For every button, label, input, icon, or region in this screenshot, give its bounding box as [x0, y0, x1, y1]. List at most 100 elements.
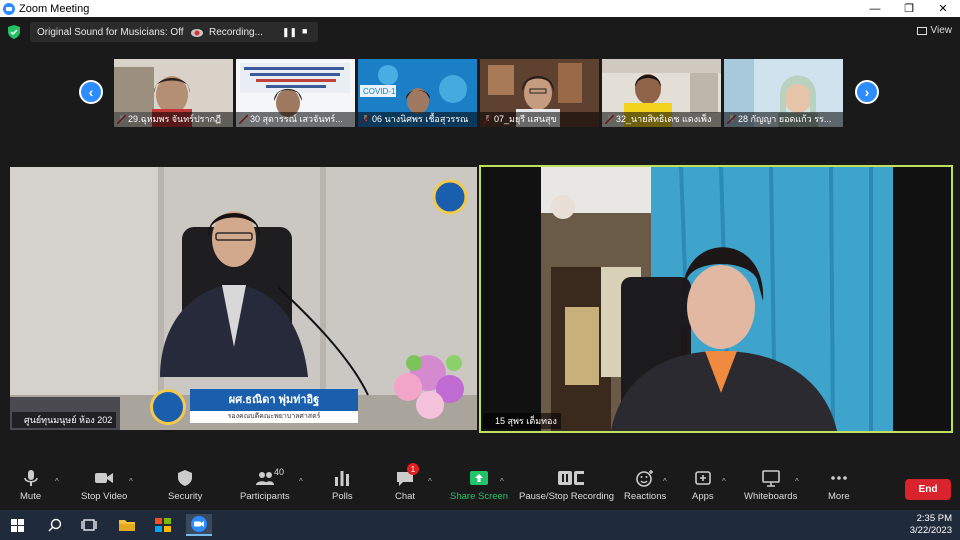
view-label: View	[930, 25, 953, 36]
participant-tile[interactable]: 28 กัญญา ยอดแก้ว รร...	[724, 59, 843, 127]
pause-stop-recording-label: Pause/Stop Recording	[519, 491, 615, 502]
chevron-up-icon[interactable]: ^	[795, 477, 799, 486]
participant-name: 06 นางนิศพร เชื้อสุวรรณ	[358, 112, 477, 127]
participants-icon	[255, 472, 274, 485]
close-button[interactable]: ✕	[926, 0, 960, 17]
whiteboards-label: Whiteboards	[744, 491, 798, 502]
file-explorer-icon[interactable]	[114, 514, 140, 536]
participant-tile[interactable]: 30 สุดารรณ์ เสวจันทร์...	[236, 59, 355, 127]
main-video-right-active-speaker[interactable]: 15 สุพร เต็มทอง	[479, 165, 953, 433]
whiteboard-icon	[761, 470, 780, 487]
pause-stop-recording-button[interactable]: Pause/Stop Recording	[519, 469, 614, 507]
more-label: More	[828, 491, 850, 502]
mute-label: Mute	[20, 491, 42, 502]
chevron-right-icon[interactable]: ›	[855, 80, 879, 104]
speaker-video	[541, 167, 893, 431]
participant-name: 29.ฉุหมพร จันทร์ปรากฏี	[114, 112, 233, 127]
recording-label: Recording...	[209, 26, 263, 38]
original-sound-label: Original Sound for Musicians: Off	[37, 26, 184, 38]
emoji-icon	[636, 470, 654, 487]
participant-name: 32_นายสิทธิเดช แดงเพ็ง	[602, 112, 721, 127]
chevron-up-icon[interactable]: ^	[129, 477, 133, 486]
chevron-up-icon[interactable]: ^	[299, 477, 303, 486]
chevron-up-icon[interactable]: ^	[722, 477, 726, 486]
apps-button[interactable]: Apps	[692, 469, 714, 507]
participant-tile[interactable]: COVID-19 06 นางนิศพร เชื้อสุวรรณ	[358, 59, 477, 127]
zoom-taskbar-icon[interactable]	[186, 514, 212, 536]
participant-name-text: 15 สุพร เต็มทอง	[495, 416, 557, 426]
video-camera-icon	[95, 473, 114, 483]
main-video-left[interactable]: ผศ.ธณิดา พุ่มท่าอิฐ รองคณบดีคณะพยาบาลศาส…	[10, 167, 477, 430]
shield-icon[interactable]	[8, 25, 20, 39]
meeting-toolbar: Mute ^ Stop Video ^ Security Participant…	[0, 463, 960, 510]
search-icon[interactable]	[42, 514, 68, 536]
share-screen-label: Share Screen	[450, 491, 509, 502]
store-app-icon[interactable]	[150, 514, 176, 536]
whiteboards-button[interactable]: Whiteboards	[744, 469, 797, 507]
task-view-icon[interactable]	[76, 514, 102, 536]
participant-name: 28 กัญญา ยอดแก้ว รร...	[724, 112, 843, 127]
share-screen-button[interactable]: Share Screen	[450, 469, 508, 507]
participant-name: ศูนย์ทุนมนุษย์ ห้อง 202	[12, 412, 117, 428]
stop-video-label: Stop Video	[81, 491, 128, 502]
end-meeting-button[interactable]: End	[905, 479, 951, 500]
participants-label: Participants	[240, 491, 290, 502]
taskbar-clock[interactable]: 2:35 PM 3/22/2023	[910, 513, 952, 537]
recording-indicator: Recording... ❚❚ ■	[184, 22, 318, 42]
shield-icon	[178, 470, 193, 486]
participant-tile[interactable]: 07_มยุรี แสนสุข	[480, 59, 599, 127]
participant-tile[interactable]: 32_นายสิทธิเดช แดงเพ็ง	[602, 59, 721, 127]
maximize-button[interactable]: ❐	[892, 0, 926, 17]
bar-chart-icon	[335, 471, 350, 486]
polls-label: Polls	[332, 491, 353, 502]
polls-button[interactable]: Polls	[332, 469, 353, 507]
chevron-left-icon[interactable]: ‹	[79, 80, 103, 104]
view-grid-icon	[916, 26, 927, 35]
stop-recording-icon[interactable]: ■	[302, 26, 307, 36]
windows-taskbar: 2:35 PM 3/22/2023	[0, 510, 960, 540]
more-button[interactable]: More	[828, 469, 850, 507]
more-dots-icon	[831, 476, 847, 480]
apps-icon	[695, 471, 711, 485]
clock-date: 3/22/2023	[909, 525, 952, 536]
chevron-up-icon[interactable]: ^	[663, 477, 667, 486]
chat-unread-badge: 1	[407, 463, 419, 475]
participant-name: 30 สุดารรณ์ เสวจันทร์...	[236, 112, 355, 127]
chevron-up-icon[interactable]: ^	[55, 477, 59, 486]
end-label: End	[918, 484, 938, 495]
minimize-button[interactable]: —	[858, 0, 892, 17]
speaker-name-plate: ผศ.ธณิดา พุ่มท่าอิฐ รองคณบดีคณะพยาบาลศาส…	[150, 389, 360, 425]
participants-count: 40	[274, 467, 285, 477]
reactions-button[interactable]: Reactions	[624, 469, 666, 507]
participant-name-text: ศูนย์ทุนมนุษย์ ห้อง 202	[24, 415, 113, 425]
meeting-area: Original Sound for Musicians: Off Record…	[0, 17, 960, 465]
cloud-record-icon	[191, 29, 203, 37]
university-emblem-icon	[150, 389, 186, 425]
meeting-topbar: Original Sound for Musicians: Off Record…	[0, 17, 960, 47]
pause-stop-icon	[557, 471, 584, 485]
zoom-logo-icon	[3, 2, 15, 15]
svg-text:COVID-19: COVID-19	[363, 87, 400, 96]
chevron-up-icon[interactable]: ^	[500, 477, 504, 486]
speaker-name: ผศ.ธณิดา พุ่มท่าอิฐ	[190, 389, 358, 411]
pause-recording-icon[interactable]: ❚❚	[282, 27, 297, 38]
mute-button[interactable]: Mute	[20, 469, 41, 507]
chevron-up-icon[interactable]: ^	[428, 477, 432, 486]
participant-tile[interactable]: 29.ฉุหมพร จันทร์ปรากฏี	[114, 59, 233, 127]
participant-name: 07_มยุรี แสนสุข	[480, 112, 599, 127]
window-title: Zoom Meeting	[19, 2, 90, 15]
original-sound-toggle[interactable]: Original Sound for Musicians: Off	[30, 22, 191, 42]
gallery-strip: ‹ 29.ฉุหมพร จันทร์ปรากฏี 30 สุดารรณ์ เสว…	[0, 59, 960, 127]
stop-video-button[interactable]: Stop Video	[81, 469, 127, 507]
participant-name: 15 สุพร เต็มทอง	[483, 413, 561, 429]
view-button[interactable]: View	[916, 25, 953, 36]
speaker-role: รองคณบดีคณะพยาบาลศาสตร์	[190, 411, 358, 423]
apps-label: Apps	[692, 491, 714, 502]
chat-label: Chat	[395, 491, 416, 502]
reactions-label: Reactions	[624, 491, 667, 502]
window-titlebar: Zoom Meeting — ❐ ✕	[0, 0, 960, 17]
security-button[interactable]: Security	[168, 469, 202, 507]
windows-start-icon[interactable]	[4, 514, 30, 536]
security-label: Security	[168, 491, 203, 502]
share-screen-icon	[470, 471, 489, 485]
